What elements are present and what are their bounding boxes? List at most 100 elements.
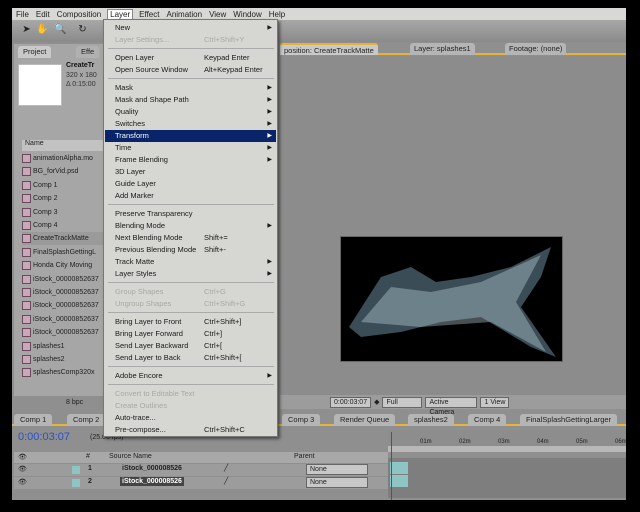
hand-tool-icon[interactable]: ✋ [36, 24, 49, 37]
tab-finalsplash[interactable]: FinalSplashGettingLarger [520, 414, 618, 426]
menu-edit[interactable]: Edit [36, 10, 50, 19]
menu-item-blending-mode[interactable]: Blending Mode ▶ [105, 220, 276, 232]
menu-item-bring-layer-forward[interactable]: Bring Layer Forward Ctrl+] [105, 328, 276, 340]
column-parent[interactable]: Parent [294, 453, 315, 460]
parent-select[interactable]: None [306, 476, 368, 488]
menu-view[interactable]: View [209, 10, 226, 19]
tab-composition[interactable]: position: CreateTrackMatte [280, 43, 378, 55]
menu-item-quality[interactable]: Quality ▶ [105, 106, 276, 118]
project-item[interactable]: CreateTrackMatte [22, 232, 104, 246]
visibility-icon[interactable]: 👁 [18, 465, 27, 473]
project-item[interactable]: iStock_00000852637 [22, 313, 104, 326]
project-item[interactable]: Comp 1 [22, 179, 104, 192]
menu-item-auto-trace[interactable]: Auto-trace... [105, 412, 276, 424]
menu-item-time[interactable]: Time ▶ [105, 142, 276, 154]
project-item[interactable]: BG_forVid.psd [22, 165, 104, 178]
menu-item-open-source-window[interactable]: Open Source Window Alt+Keypad Enter [105, 64, 276, 76]
time-ruler[interactable]: 01m 02m 03m 04m 05m 06m [388, 430, 627, 452]
menu-item-mask[interactable]: Mask ▶ [105, 82, 276, 94]
tab-comp-1[interactable]: Comp 1 [14, 414, 53, 426]
current-time-field[interactable]: 0:00:03:07 [330, 396, 372, 408]
menu-item-layer-styles[interactable]: Layer Styles ▶ [105, 268, 276, 280]
menu-item-track-matte[interactable]: Track Matte ▶ [105, 256, 276, 268]
menu-item-bring-layer-to-front[interactable]: Bring Layer to Front Ctrl+Shift+] [105, 316, 276, 328]
tab-comp-3[interactable]: Comp 3 [282, 414, 321, 426]
menu-item-pre-compose[interactable]: Pre-compose... Ctrl+Shift+C [105, 424, 276, 436]
project-item[interactable]: splashes1 [22, 340, 104, 353]
menu-file[interactable]: File [16, 10, 29, 19]
column-name[interactable]: Name [22, 140, 104, 151]
menu-item-frame-blending[interactable]: Frame Blending ▶ [105, 154, 276, 166]
project-item[interactable]: splashes2 [22, 353, 104, 366]
tab-comp-4[interactable]: Comp 4 [468, 414, 507, 426]
project-item[interactable]: iStock_00000852637 [22, 286, 104, 299]
layer-row[interactable]: 👁 1 iStock_000008526 ╱ None [14, 464, 388, 476]
menu-effect[interactable]: Effect [139, 10, 159, 19]
menu-item-3d-layer[interactable]: 3D Layer [105, 166, 276, 178]
project-item[interactable]: iStock_00000852637 [22, 326, 104, 339]
project-item[interactable]: FinalSplashGettingL [22, 246, 104, 259]
resolution-select[interactable]: Full [382, 396, 423, 408]
tab-footage[interactable]: Footage: (none) [505, 43, 567, 55]
tab-splashes2[interactable]: splashes2 [408, 414, 454, 426]
playhead[interactable] [391, 432, 392, 500]
project-item[interactable]: splashesComp320x [22, 366, 104, 379]
tab-comp-2[interactable]: Comp 2 [67, 414, 106, 426]
composition-frame[interactable] [340, 236, 563, 362]
menu-item-switches[interactable]: Switches ▶ [105, 118, 276, 130]
tab-effects[interactable]: Effe [76, 46, 100, 58]
tab-project[interactable]: Project [18, 46, 52, 58]
menu-item-next-blending-mode[interactable]: Next Blending Mode Shift+= [105, 232, 276, 244]
item-name: Comp 3 [33, 208, 58, 216]
column-source-name[interactable]: Source Name [109, 453, 152, 460]
menu-item-mask-and-shape-path[interactable]: Mask and Shape Path ▶ [105, 94, 276, 106]
layer-tracks[interactable] [388, 458, 626, 498]
menu-item-new[interactable]: New ▶ [105, 22, 276, 34]
item-name: splashes2 [33, 356, 65, 363]
menu-item-send-layer-backward[interactable]: Send Layer Backward Ctrl+[ [105, 340, 276, 352]
menu-item-transform[interactable]: Transform ▶ [105, 130, 276, 142]
menu-item-label: Pre-compose... [115, 425, 166, 434]
layer-header: 👁 # Source Name Parent [14, 452, 388, 463]
menu-composition[interactable]: Composition [57, 10, 101, 19]
label-color[interactable] [72, 478, 80, 487]
label-color[interactable] [72, 466, 80, 474]
tab-render-queue[interactable]: Render Queue [334, 414, 396, 426]
layer-row[interactable]: 👁 2 iStock_000008526 ╱ None [14, 476, 388, 489]
parent-select[interactable]: None [306, 464, 368, 475]
menu-layer[interactable]: Layer [107, 8, 134, 20]
menu-item-guide-layer[interactable]: Guide Layer [105, 178, 276, 190]
selection-tool-icon[interactable]: ➤ [20, 24, 33, 37]
timeline-timecode[interactable]: 0:00:03:07 [18, 431, 70, 443]
layer-bar-1[interactable] [390, 462, 408, 474]
zoom-tool-icon[interactable]: 🔍 [54, 24, 67, 37]
menu-animation[interactable]: Animation [166, 10, 202, 19]
tab-layer[interactable]: Layer: splashes1 [410, 43, 475, 55]
menu-item-label: Transform [115, 131, 149, 140]
menu-item-preserve-transparency[interactable]: Preserve Transparency [105, 208, 276, 220]
menu-item-send-layer-to-back[interactable]: Send Layer to Back Ctrl+Shift+[ [105, 352, 276, 364]
project-item[interactable]: iStock_00000852637 [22, 273, 104, 286]
views-select[interactable]: 1 View [480, 396, 510, 408]
layer-name[interactable]: iStock_000008526 [120, 476, 184, 486]
menu-item-open-layer[interactable]: Open Layer Keypad Enter [105, 52, 276, 64]
layer-bar-2[interactable] [390, 475, 408, 487]
menu-item-add-marker[interactable]: Add Marker [105, 190, 276, 202]
project-item[interactable]: iStock_00000852637 [22, 299, 104, 312]
camera-select[interactable]: Active Camera [425, 396, 478, 416]
project-item[interactable]: Comp 3 [22, 206, 104, 219]
bpc-indicator[interactable]: 8 bpc [14, 396, 104, 410]
menu-item-previous-blending-mode[interactable]: Previous Blending Mode Shift+- [105, 244, 276, 256]
rotate-tool-icon[interactable]: ↻ [76, 24, 89, 37]
menu-item-adobe-encore[interactable]: Adobe Encore ▶ [105, 370, 276, 382]
project-item[interactable]: Comp 4 [22, 219, 104, 232]
menu-help[interactable]: Help [269, 10, 285, 19]
project-item[interactable]: animationAlpha.mo [22, 152, 104, 165]
project-item[interactable]: Comp 2 [22, 192, 104, 205]
project-item[interactable]: Honda City Moving [22, 259, 104, 272]
layer-name[interactable]: iStock_000008526 [120, 464, 184, 473]
visibility-icon[interactable]: 👁 [18, 478, 27, 486]
menu-item-label: Mask and Shape Path [115, 95, 189, 104]
menu-window[interactable]: Window [233, 10, 261, 19]
color-icon[interactable]: ◆ [374, 398, 379, 406]
